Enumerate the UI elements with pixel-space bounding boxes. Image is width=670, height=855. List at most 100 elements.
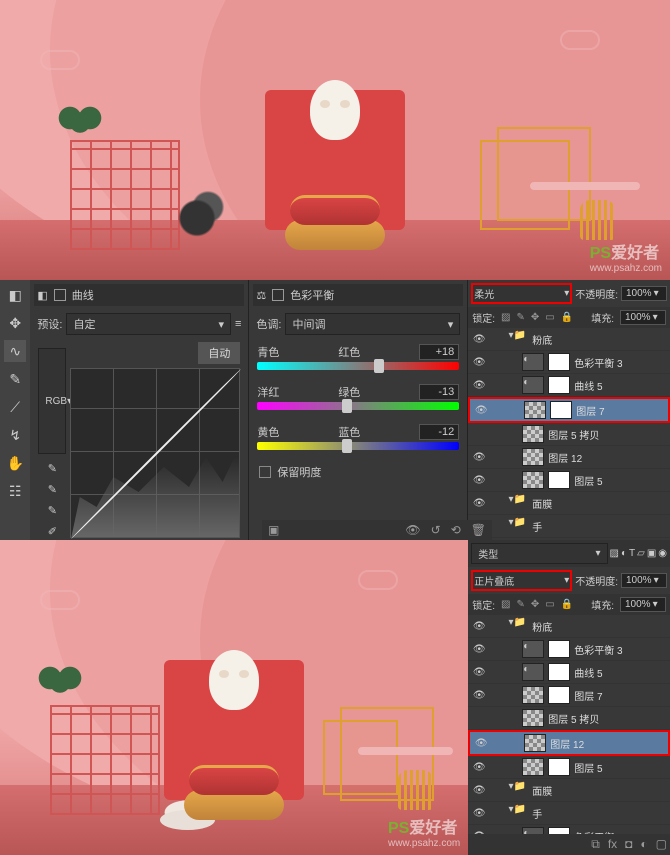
lock-label: 锁定: (472, 597, 495, 612)
eyedropper-gray-icon[interactable]: ✎ (48, 483, 57, 496)
reset-icon[interactable]: ↺ (431, 523, 441, 537)
layer-row[interactable]: 图层 5 拷贝 (468, 707, 670, 730)
prev-icon[interactable]: ⟲ (451, 523, 461, 537)
tool-hand[interactable]: ✋ (4, 452, 26, 474)
channel-select[interactable]: RGB▾ (38, 348, 66, 454)
slider-value-input[interactable]: +18 (419, 344, 459, 360)
layer-row[interactable]: 👁 ◐ 曲线 5 (468, 374, 670, 397)
balance-slider[interactable] (257, 402, 459, 410)
curves-graph[interactable] (70, 368, 240, 538)
lock-paint-icon[interactable]: ✎ (516, 599, 524, 610)
fill-input[interactable]: 100%▾ (620, 310, 666, 325)
layer-thumb (522, 709, 544, 727)
clip-icon[interactable]: ▣ (268, 523, 279, 537)
balance-mask-toggle[interactable] (272, 289, 284, 301)
filter-smart-icon[interactable]: ▣ (647, 548, 656, 559)
opacity-input[interactable]: 100%▾ (621, 573, 667, 588)
lock-all-icon[interactable]: 🔒 (561, 312, 573, 323)
trash-icon[interactable]: 🗑 (471, 523, 486, 537)
preview-image-top: PS爱好者 www.psahz.com (0, 0, 670, 280)
layer-row[interactable]: 👁 ◐ 曲线 5 (468, 661, 670, 684)
link-icon[interactable]: ⧉ (591, 837, 600, 852)
layer-row[interactable]: 👁 图层 7 (468, 397, 670, 423)
layer-row[interactable]: 👁 图层 7 (468, 684, 670, 707)
visibility-toggle[interactable]: 👁 (472, 621, 486, 632)
visibility-toggle[interactable]: 👁 (472, 380, 486, 391)
preserve-luminosity-checkbox[interactable] (259, 466, 271, 478)
filter-pixel-icon[interactable]: ▨ (610, 548, 619, 559)
visibility-toggle[interactable]: 👁 (472, 644, 486, 655)
lock-pos-icon[interactable]: ✥ (531, 599, 539, 610)
layer-row[interactable]: 👁 图层 5 (468, 756, 670, 779)
eyedropper-black-icon[interactable]: ✎ (48, 462, 57, 475)
layer-row[interactable]: 👁 ◐ 色彩平衡 6 (468, 825, 670, 834)
layer-row[interactable]: 👁 ▾📁 手 (468, 802, 670, 825)
tool-smooth[interactable]: ⟋ (4, 396, 26, 418)
lock-trans-icon[interactable]: ▨ (501, 312, 510, 323)
balance-slider[interactable] (257, 362, 459, 370)
eyedropper-white-icon[interactable]: ✎ (48, 504, 57, 517)
fx-icon[interactable]: fx (608, 837, 617, 852)
visibility-toggle[interactable]: 👁 (472, 785, 486, 796)
layer-row[interactable]: 👁 图层 12 (468, 446, 670, 469)
tool-pencil[interactable]: ✎ (4, 368, 26, 390)
layer-row[interactable]: 图层 5 拷贝 (468, 423, 670, 446)
layer-row[interactable]: 👁 ▾📁 手 (468, 515, 670, 538)
lock-pos-icon[interactable]: ✥ (531, 312, 539, 323)
lock-all-icon[interactable]: 🔒 (561, 599, 573, 610)
blend-mode-select[interactable]: 柔光▾ (471, 283, 572, 304)
visibility-toggle[interactable]: 👁 (472, 762, 486, 773)
visibility-toggle[interactable]: 👁 (472, 334, 486, 345)
layer-row[interactable]: 👁 ▾📁 粉底 (468, 328, 670, 351)
tool-levels[interactable]: ◧ (4, 284, 26, 306)
filter-type-icon[interactable]: T (629, 548, 635, 559)
lock-paint-icon[interactable]: ✎ (516, 312, 524, 323)
blend-mode-select[interactable]: 正片叠底▾ (471, 570, 572, 591)
filter-shape-icon[interactable]: ▱ (637, 548, 645, 559)
mask-toggle[interactable] (54, 289, 66, 301)
visibility-toggle[interactable]: 👁 (472, 667, 486, 678)
layer-row[interactable]: 👁 ▾📁 面膜 (468, 779, 670, 802)
layer-row[interactable]: 👁 图层 5 (468, 469, 670, 492)
layer-name: 图层 12 (550, 736, 664, 751)
filter-adjust-icon[interactable]: ◐ (621, 548, 627, 559)
tone-select[interactable]: 中间调▾ (285, 313, 460, 335)
visibility-toggle[interactable]: 👁 (472, 452, 486, 463)
lock-artboard-icon[interactable]: ▭ (545, 599, 554, 610)
layer-row[interactable]: 👁 ▾📁 面膜 (468, 492, 670, 515)
group-icon[interactable]: ▢ (656, 837, 667, 852)
mask-icon[interactable]: ◘ (625, 837, 632, 852)
adjustment-icon[interactable]: ◐ (640, 837, 647, 852)
auto-button[interactable]: 自动 (198, 342, 240, 364)
fill-input[interactable]: 100%▾ (620, 597, 666, 612)
slider-value-input[interactable]: -12 (419, 424, 459, 440)
layer-row[interactable]: 👁 ◐ 色彩平衡 3 (468, 638, 670, 661)
balance-slider[interactable] (257, 442, 459, 450)
eye-icon[interactable]: 👁 (405, 523, 420, 537)
menu-icon[interactable]: ≡ (235, 318, 241, 330)
visibility-toggle[interactable]: 👁 (472, 357, 486, 368)
filter-toggle[interactable]: ◉ (658, 548, 667, 559)
layer-name: 图层 5 拷贝 (548, 427, 666, 442)
tool-brush[interactable]: ✥ (4, 312, 26, 334)
slider-value-input[interactable]: -13 (419, 384, 459, 400)
tool-zoom[interactable]: ☷ (4, 480, 26, 502)
layer-row[interactable]: 👁 ▾📁 粉底 (468, 615, 670, 638)
tool-curves-icon[interactable]: ∿ (4, 340, 26, 362)
balance-title: 色彩平衡 (290, 287, 334, 303)
visibility-toggle[interactable]: 👁 (472, 498, 486, 509)
lock-trans-icon[interactable]: ▨ (501, 599, 510, 610)
lock-artboard-icon[interactable]: ▭ (545, 312, 554, 323)
visibility-toggle[interactable]: 👁 (472, 475, 486, 486)
visibility-toggle[interactable]: 👁 (474, 405, 488, 416)
edit-points-icon[interactable]: ✐ (48, 525, 57, 538)
tool-edit[interactable]: ↯ (4, 424, 26, 446)
preset-select[interactable]: 自定▾ (66, 313, 231, 335)
layer-row[interactable]: 👁 ◐ 色彩平衡 3 (468, 351, 670, 374)
filter-type-select[interactable]: 类型▾ (471, 543, 607, 564)
opacity-input[interactable]: 100%▾ (621, 286, 667, 301)
visibility-toggle[interactable]: 👁 (472, 808, 486, 819)
visibility-toggle[interactable]: 👁 (472, 690, 486, 701)
visibility-toggle[interactable]: 👁 (474, 738, 488, 749)
layer-row[interactable]: 👁 图层 12 (468, 730, 670, 756)
